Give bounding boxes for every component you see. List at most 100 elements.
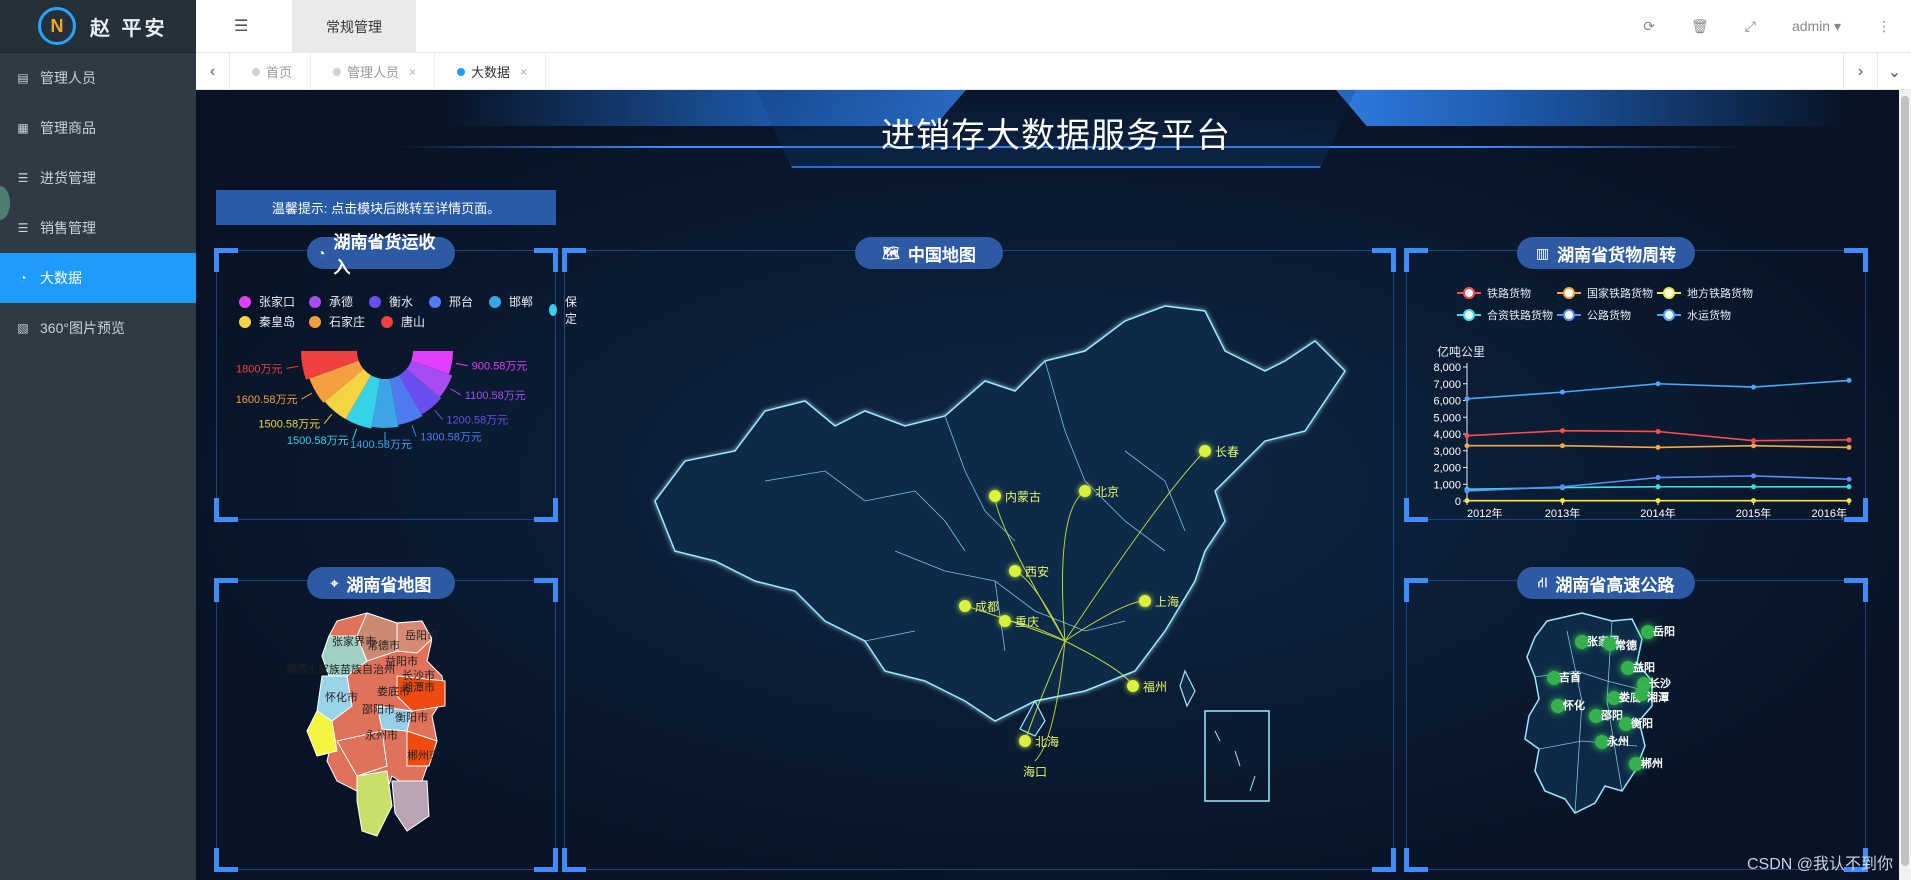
pie-leader-line: [286, 365, 299, 369]
legend-marker[interactable]: [1663, 309, 1675, 321]
data-point[interactable]: [1464, 443, 1470, 449]
legend-item[interactable]: 石家庄: [309, 313, 365, 330]
tab-home[interactable]: 首页: [230, 53, 312, 90]
data-point[interactable]: [1846, 437, 1852, 443]
data-point[interactable]: [1751, 384, 1756, 390]
close-icon[interactable]: ×: [520, 65, 527, 79]
map-label: 岳阳市: [405, 630, 438, 642]
chevron-right-icon[interactable]: ›: [1843, 53, 1877, 90]
data-point[interactable]: [1846, 484, 1852, 490]
page-title: 进销存大数据服务平台: [881, 117, 1231, 155]
data-point[interactable]: [1560, 443, 1565, 449]
city-marker[interactable]: [959, 600, 971, 612]
menu-fold-icon[interactable]: ☰: [234, 16, 248, 36]
chevron-left-icon[interactable]: ‹: [196, 53, 230, 90]
legend-item[interactable]: 衡水: [369, 293, 413, 310]
legend-label: 水运货物: [1687, 308, 1731, 322]
data-point[interactable]: [1655, 444, 1661, 450]
chevron-down-icon[interactable]: ⌄: [1877, 53, 1911, 90]
data-point[interactable]: [1464, 488, 1470, 494]
list-icon: ☰: [17, 221, 29, 235]
hunan-map-graphic: [306, 612, 446, 837]
freight-pie-chart: 900.58万元 1100.58万元 1200.58万元 1300.58万元 1400.…: [236, 351, 527, 451]
data-point[interactable]: [1655, 381, 1661, 387]
sidebar-item-360-preview[interactable]: ▧ 360°图片预览: [0, 303, 196, 353]
legend-item[interactable]: 承德: [309, 293, 353, 310]
panel-highway[interactable]: ⛙湖南省高速公路 张家界 常德 岳阳 吉首 益阳 长沙 怀化 娄底 湘潭 邵阳 …: [1404, 567, 1868, 872]
y-tick-label: 3,000: [1433, 446, 1461, 458]
legend-marker[interactable]: [1563, 309, 1575, 321]
sidebar-item-purchase[interactable]: ☰ 进货管理: [0, 153, 196, 203]
map-label: 吉首: [1559, 672, 1581, 684]
close-icon[interactable]: ×: [409, 65, 416, 79]
map-label: 衡阳: [1631, 718, 1653, 730]
fullscreen-icon[interactable]: ⤢: [1745, 18, 1756, 35]
refresh-icon[interactable]: ⟳: [1643, 18, 1655, 35]
data-point[interactable]: [1560, 484, 1565, 490]
city-marker[interactable]: [1079, 485, 1091, 497]
legend-item[interactable]: 邢台: [429, 293, 473, 310]
data-point[interactable]: [1464, 396, 1470, 402]
city-marker[interactable]: [1019, 735, 1031, 747]
data-point[interactable]: [1846, 444, 1852, 450]
legend-label: 秦皇岛: [259, 315, 296, 329]
y-tick-label: 0: [1455, 496, 1461, 508]
legend-item[interactable]: 邯郸: [489, 293, 533, 310]
city-marker[interactable]: [1199, 445, 1211, 457]
panel-freight-income[interactable]: ◔ 湖南省货运收入 900.58万元 1100.58万元 1200.58万元 1300.…: [214, 233, 577, 522]
sidebar-item-goods[interactable]: ▦ 管理商品: [0, 103, 196, 153]
sidebar-item-bigdata[interactable]: ◔ 大数据: [0, 253, 196, 303]
legend-marker[interactable]: [1663, 287, 1675, 299]
page-scrollbar[interactable]: [1899, 90, 1911, 880]
sidebar-item-sales[interactable]: ☰ 销售管理: [0, 203, 196, 253]
scrollbar-thumb[interactable]: [1901, 96, 1909, 866]
data-point[interactable]: [1751, 498, 1756, 504]
legend-item[interactable]: 秦皇岛: [239, 313, 295, 330]
data-point[interactable]: [1751, 473, 1756, 479]
logo[interactable]: N 赵 平安: [0, 0, 196, 53]
top-tab-general[interactable]: 常规管理: [292, 0, 416, 53]
data-point[interactable]: [1655, 484, 1661, 490]
data-point[interactable]: [1655, 498, 1661, 504]
legend-label: 唐山: [401, 315, 426, 329]
panel-freight-turnover[interactable]: ▥ 湖南省货物周转 铁路货物 国家铁路货物 地方铁路货物 合资铁路货物 公路货物 水运货物亿…: [1404, 237, 1868, 522]
data-point[interactable]: [1846, 377, 1852, 383]
legend-item[interactable]: 张家口: [239, 293, 295, 310]
tab-bigdata[interactable]: 大数据 ×: [435, 53, 547, 90]
data-point[interactable]: [1846, 476, 1852, 482]
window-icon: ▤: [17, 71, 29, 85]
legend-item[interactable]: 唐山: [381, 313, 425, 330]
city-marker[interactable]: [1139, 595, 1151, 607]
data-point[interactable]: [1655, 475, 1661, 481]
tab-label: 大数据: [471, 65, 511, 80]
china-map-graphic: [654, 305, 1346, 802]
data-point[interactable]: [1846, 498, 1852, 504]
data-point[interactable]: [1751, 484, 1756, 490]
y-tick-label: 6,000: [1433, 396, 1461, 408]
tab-dot: [333, 67, 342, 76]
data-point[interactable]: [1751, 443, 1756, 449]
data-point[interactable]: [1560, 389, 1565, 395]
data-point[interactable]: [1560, 498, 1565, 504]
legend-marker[interactable]: [1463, 287, 1475, 299]
more-icon[interactable]: ⋮: [1877, 18, 1891, 35]
tab-staff[interactable]: 管理人员 ×: [311, 53, 436, 90]
city-marker[interactable]: [999, 615, 1011, 627]
data-point[interactable]: [1560, 428, 1565, 434]
data-point[interactable]: [1751, 438, 1756, 444]
user-menu[interactable]: admin ▾: [1792, 18, 1841, 35]
city-marker[interactable]: [1127, 680, 1139, 692]
sidebar: N 赵 平安 ▤ 管理人员 ▦ 管理商品 ☰ 进货管理 ☰ 销售管理 ◔ 大数据 ▧ 360…: [0, 0, 196, 880]
panel-china-map[interactable]: 🗺 中国地图 长春 北京 内蒙古 西安 成都 重庆 上海 福州 北海 海口: [562, 237, 1396, 872]
legend-label: 石家庄: [329, 315, 366, 329]
panel-hunan-map[interactable]: ⌖湖南省地图 张家界市 常德市 岳阳市 益阳市 湘西土家族苗族自治州 长沙市: [214, 567, 558, 872]
data-point[interactable]: [1655, 428, 1661, 434]
data-point[interactable]: [1464, 433, 1470, 439]
sidebar-item-staff[interactable]: ▤ 管理人员: [0, 53, 196, 103]
city-marker[interactable]: [1009, 565, 1021, 577]
data-point[interactable]: [1464, 498, 1470, 504]
legend-marker[interactable]: [1563, 287, 1575, 299]
legend-marker[interactable]: [1463, 309, 1475, 321]
city-marker[interactable]: [989, 490, 1001, 502]
trash-icon[interactable]: 🗑: [1691, 18, 1709, 35]
